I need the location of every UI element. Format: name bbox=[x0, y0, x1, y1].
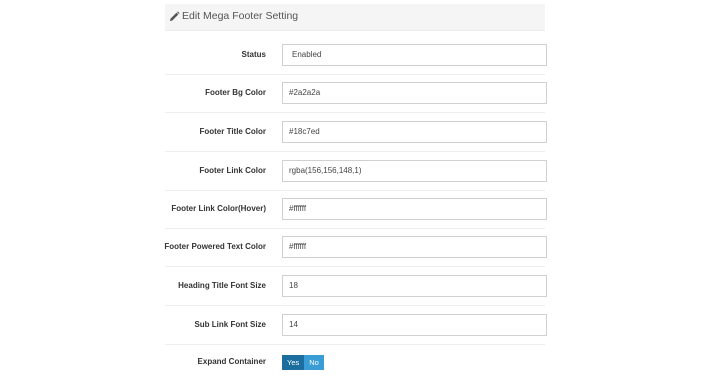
footer-powered-text-color-label: Footer Powered Text Color bbox=[164, 242, 266, 251]
sub-link-font-size-input[interactable]: 14 bbox=[282, 314, 547, 336]
footer-link-hover-color-input[interactable]: #ffffff bbox=[282, 198, 547, 220]
status-label: Status bbox=[241, 50, 266, 59]
footer-powered-text-color-row: Footer Powered Text Color #ffffff bbox=[164, 228, 547, 267]
status-row: Status Enabled bbox=[165, 36, 547, 75]
panel-heading: Edit Mega Footer Setting bbox=[165, 4, 545, 31]
mega-footer-settings-panel: Edit Mega Footer Setting Status Enabled … bbox=[164, 0, 547, 381]
sub-link-font-size-row: Sub Link Font Size 14 bbox=[165, 306, 547, 345]
expand-container-toggle: Yes No bbox=[282, 355, 324, 370]
footer-link-hover-color-label: Footer Link Color(Hover) bbox=[171, 204, 266, 213]
footer-link-color-row: Footer Link Color rgba(156,156,148,1) bbox=[165, 152, 547, 191]
expand-container-row: Expand Container Yes No bbox=[165, 343, 545, 381]
footer-title-color-input[interactable]: #18c7ed bbox=[282, 121, 547, 143]
panel-title: Edit Mega Footer Setting bbox=[182, 10, 299, 22]
heading-title-font-size-label: Heading Title Font Size bbox=[178, 281, 266, 290]
footer-title-color-label: Footer Title Color bbox=[199, 127, 266, 136]
footer-bg-color-row: Footer Bg Color #2a2a2a bbox=[165, 74, 547, 113]
sub-link-font-size-label: Sub Link Font Size bbox=[194, 320, 266, 329]
footer-link-color-label: Footer Link Color bbox=[199, 166, 266, 175]
status-select[interactable]: Enabled bbox=[282, 44, 547, 66]
footer-powered-text-color-input[interactable]: #ffffff bbox=[282, 236, 547, 258]
footer-bg-color-label: Footer Bg Color bbox=[205, 88, 266, 97]
heading-title-font-size-input[interactable]: 18 bbox=[282, 275, 547, 297]
footer-link-hover-color-row: Footer Link Color(Hover) #ffffff bbox=[165, 190, 547, 229]
heading-title-font-size-row: Heading Title Font Size 18 bbox=[165, 267, 547, 306]
pencil-icon bbox=[169, 11, 180, 22]
expand-container-no-button[interactable]: No bbox=[304, 355, 324, 370]
footer-title-color-row: Footer Title Color #18c7ed bbox=[165, 113, 547, 152]
footer-bg-color-input[interactable]: #2a2a2a bbox=[282, 82, 547, 104]
expand-container-yes-button[interactable]: Yes bbox=[282, 355, 305, 370]
footer-link-color-input[interactable]: rgba(156,156,148,1) bbox=[282, 160, 547, 182]
expand-container-label: Expand Container bbox=[197, 357, 266, 366]
